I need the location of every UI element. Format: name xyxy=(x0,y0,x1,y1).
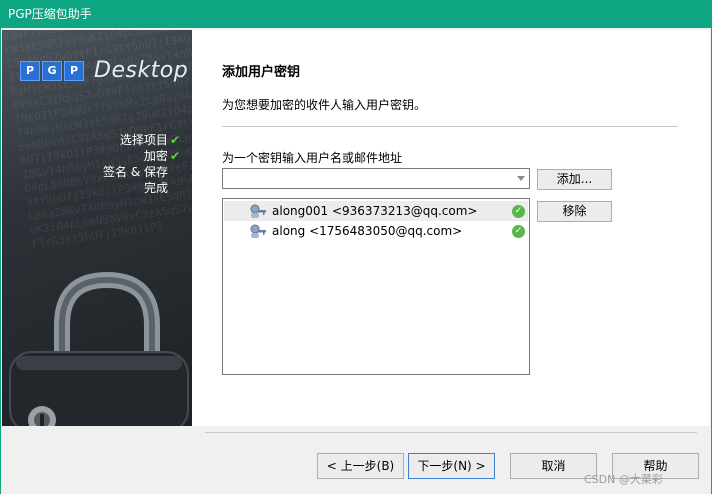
wizard-steps: 选择项目 ✔ 加密 ✔ 签名 & 保存 完成 xyxy=(103,132,180,196)
pgp-desktop-logo: P G P Desktop xyxy=(20,58,188,83)
recipient-list[interactable]: along001 <936373213@qq.com> ✓ along <175… xyxy=(222,198,530,375)
checkmark-icon: ✔ xyxy=(169,149,180,163)
checkmark-icon: ✔ xyxy=(169,133,180,147)
wizard-content: 添加用户密钥 为您想要加密的收件人输入用户密钥。 为一个密钥输入用户名或邮件地址… xyxy=(192,30,710,426)
logo-letter-p2: P xyxy=(64,60,84,81)
key-input-label: 为一个密钥输入用户名或邮件地址 xyxy=(222,151,403,165)
back-button[interactable]: < 上一步(B) xyxy=(317,453,404,479)
title-bar: PGP压缩包助手 xyxy=(0,0,712,28)
next-button[interactable]: 下一步(N) > xyxy=(408,453,495,479)
footer-divider xyxy=(205,432,697,433)
user-key-combobox[interactable] xyxy=(222,168,530,189)
page-subtitle: 为您想要加密的收件人输入用户密钥。 xyxy=(222,98,427,112)
step-encrypt: 加密 ✔ xyxy=(143,149,180,163)
remove-button[interactable]: 移除 xyxy=(537,201,612,222)
user-key-icon xyxy=(250,204,266,218)
step-select-items: 选择项目 ✔ xyxy=(119,133,180,147)
watermark: CSDN @大菜彩 xyxy=(584,473,663,486)
step-sign-save: 签名 & 保存 xyxy=(103,165,168,179)
logo-word: Desktop xyxy=(94,58,189,83)
logo-letter-g: G xyxy=(42,60,62,81)
page-title: 添加用户密钥 xyxy=(222,65,301,80)
user-key-icon xyxy=(250,224,266,238)
add-button[interactable]: 添加... xyxy=(537,169,612,190)
recipient-row[interactable]: along001 <936373213@qq.com> ✓ xyxy=(224,201,528,221)
divider xyxy=(222,126,678,127)
step-finish: 完成 xyxy=(143,181,168,195)
chevron-down-icon[interactable] xyxy=(517,176,525,181)
padlock-icon xyxy=(9,271,189,426)
window-title: PGP压缩包助手 xyxy=(8,7,92,21)
recipient-text: along <1756483050@qq.com> xyxy=(272,224,463,238)
logo-letter-p: P xyxy=(20,60,40,81)
valid-check-icon: ✓ xyxy=(512,225,525,238)
wizard-side-panel: #@Qr7fk9%Mx2Lp0aZ8&vT4nB6yH1cW3sE5dR7gJ9… xyxy=(2,30,192,426)
recipient-text: along001 <936373213@qq.com> xyxy=(272,204,478,218)
valid-check-icon: ✓ xyxy=(512,205,525,218)
recipient-row[interactable]: along <1756483050@qq.com> ✓ xyxy=(224,221,528,241)
